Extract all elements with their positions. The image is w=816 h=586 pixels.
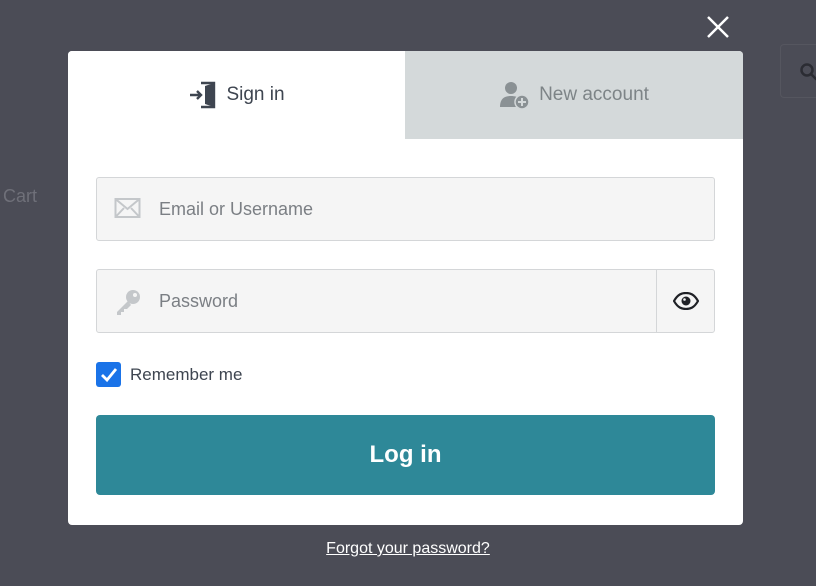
tab-sign-in[interactable]: Sign in [68,51,405,139]
tab-new-account[interactable]: New account [405,51,743,139]
checkmark-icon [100,367,117,382]
background-cart-label: Cart [3,186,38,206]
remember-me-option[interactable]: Remember me [96,362,242,387]
key-icon [114,288,142,321]
show-password-button[interactable] [656,270,714,332]
email-field-wrapper [96,177,715,241]
sign-in-icon [188,80,218,110]
login-button[interactable]: Log in [96,415,715,495]
remember-me-checkbox[interactable] [96,362,121,387]
forgot-password-link[interactable]: Forgot your password? [0,540,816,558]
close-icon [707,16,729,38]
modal-tabs: Sign in New account [68,51,743,139]
close-button[interactable] [704,13,732,41]
envelope-icon [114,196,141,225]
background-search-box [780,44,816,98]
email-input[interactable] [159,178,639,240]
add-user-icon [499,79,531,111]
tab-sign-in-label: Sign in [226,84,285,105]
login-modal: Sign in New account Email or Username Re… [68,51,743,525]
tab-new-account-label: New account [539,84,649,105]
password-field-wrapper [96,269,715,333]
search-icon [800,63,816,81]
password-input[interactable] [159,270,639,332]
eye-icon [672,292,699,310]
remember-me-label: Remember me [130,364,243,384]
